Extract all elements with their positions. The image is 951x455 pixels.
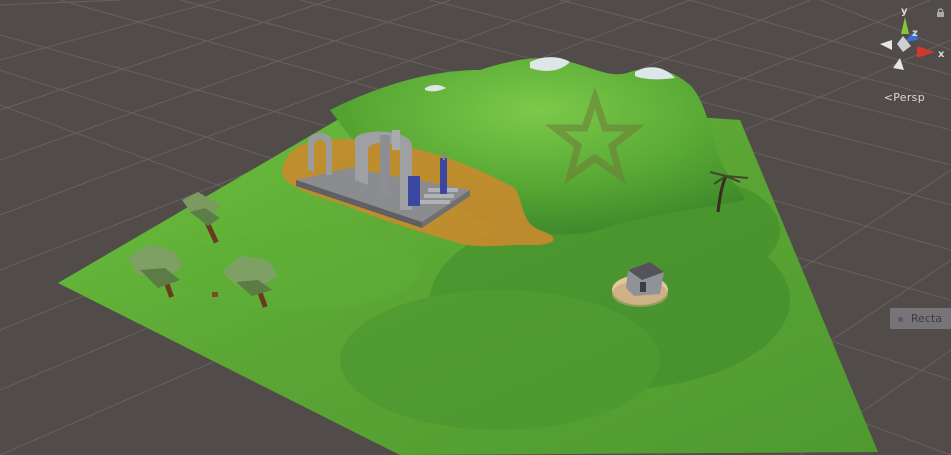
lock-icon[interactable] <box>936 8 945 17</box>
chevron-left-icon: < <box>883 91 894 104</box>
scene-view[interactable]: y z x <Persp Recta <box>0 0 951 455</box>
axis-y-label: y <box>901 6 908 17</box>
projection-toggle[interactable]: <Persp <box>884 91 925 104</box>
axis-y-icon[interactable] <box>901 17 909 34</box>
overlay-dot-icon <box>898 316 903 322</box>
overlay-panel[interactable]: Recta <box>890 308 951 329</box>
projection-label: Persp <box>893 91 925 104</box>
axis-z-label: z <box>912 28 918 39</box>
overlay-label: Recta <box>911 312 943 325</box>
scene-canvas[interactable]: y z x <box>0 0 951 455</box>
axis-x-label: x <box>938 49 945 60</box>
rock <box>212 292 218 297</box>
axis-neg-x-icon[interactable] <box>880 40 892 50</box>
